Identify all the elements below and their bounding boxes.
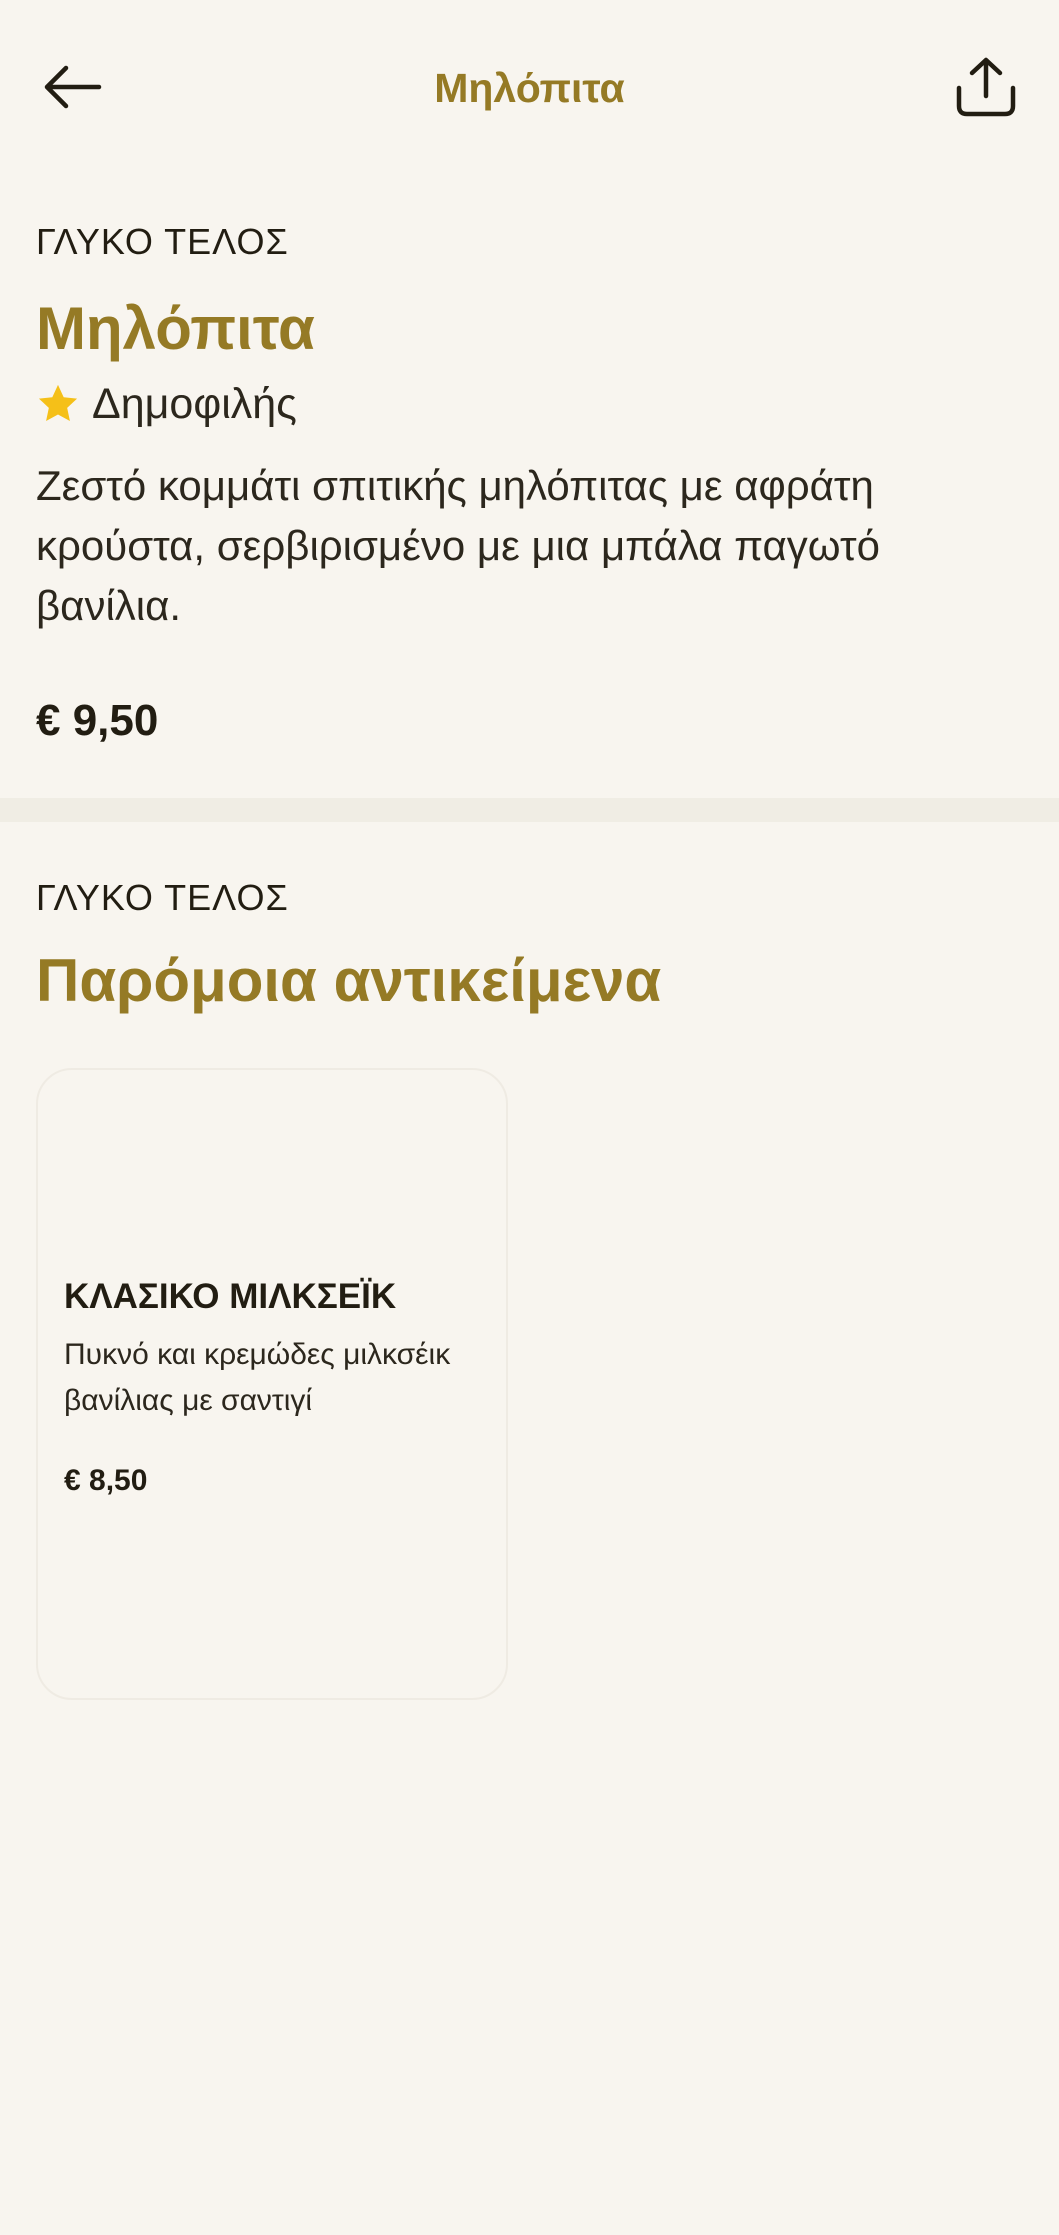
item-description: Ζεστό κομμάτι σπιτικής μηλόπιτας με αφρά…: [36, 462, 880, 629]
share-icon: [956, 57, 1016, 117]
item-title: Μηλόπιτα: [36, 295, 315, 362]
share-button[interactable]: [944, 45, 1028, 129]
item-price: € 9,50: [36, 696, 159, 745]
star-icon: [38, 384, 78, 422]
top-bar: Μηλόπιτα: [0, 0, 1059, 175]
header-title: Μηλόπιτα: [434, 65, 625, 111]
similar-heading: Παρόμοια αντικείμενα: [36, 947, 662, 1014]
similar-items-section: ΓΛΥΚΟ ΤΕΛΟΣ Παρόμοια αντικείμενα ΚΛΑΣΙΚΟ…: [36, 876, 1016, 1700]
similar-category: ΓΛΥΚΟ ΤΕΛΟΣ: [36, 877, 289, 918]
section-divider: [0, 798, 1059, 822]
arrow-left-icon: [44, 65, 102, 109]
item-category: ΓΛΥΚΟ ΤΕΛΟΣ: [36, 221, 289, 262]
popular-badge: Δημοφιλής: [36, 378, 996, 430]
badge-label: Δημοφιλής: [92, 380, 297, 428]
item-detail: ΓΛΥΚΟ ΤΕΛΟΣ Μηλόπιτα Δημοφιλής Ζεστό κομ…: [36, 220, 996, 748]
card-title: ΚΛΑΣΙΚΟ ΜΙΛΚΣΕΪΚ: [64, 1277, 397, 1316]
card-description: Πυκνό και κρεμώδες μιλκσέικ βανίλιας με …: [64, 1338, 451, 1417]
back-button[interactable]: [30, 45, 114, 129]
card-price: € 8,50: [64, 1464, 148, 1497]
similar-item-card[interactable]: ΚΛΑΣΙΚΟ ΜΙΛΚΣΕΪΚ Πυκνό και κρεμώδες μιλκ…: [36, 1068, 508, 1700]
